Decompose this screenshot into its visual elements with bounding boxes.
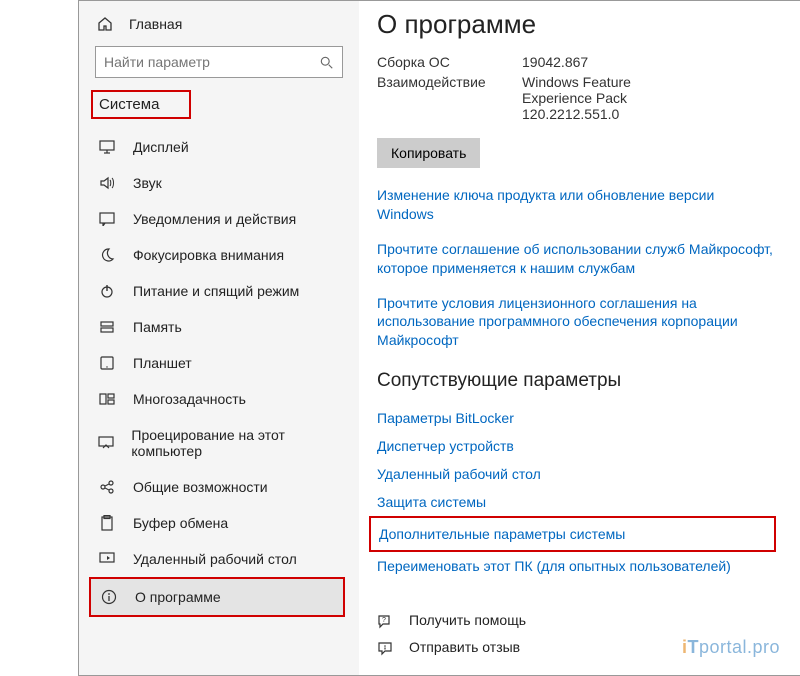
notification-icon (97, 212, 117, 226)
nav-display[interactable]: Дисплей (79, 129, 359, 165)
related-advanced[interactable]: Дополнительные параметры системы (379, 526, 625, 542)
experience-value: Windows Feature Experience Pack 120.2212… (522, 74, 631, 122)
nav-label: Питание и спящий режим (133, 283, 299, 299)
nav-notifications[interactable]: Уведомления и действия (79, 201, 359, 237)
nav-multitask[interactable]: Многозадачность (79, 381, 359, 417)
os-build-row: Сборка ОС 19042.867 (377, 54, 774, 70)
nav-power[interactable]: Питание и спящий режим (79, 273, 359, 309)
feedback-label: Отправить отзыв (409, 639, 520, 655)
related-advanced-highlight: Дополнительные параметры системы (369, 516, 776, 552)
related-remote[interactable]: Удаленный рабочий стол (377, 460, 774, 488)
nav-sound[interactable]: Звук (79, 165, 359, 201)
sound-icon (97, 176, 117, 190)
help-icon: ? (377, 611, 399, 628)
home-icon (97, 15, 117, 32)
storage-icon (97, 320, 117, 334)
experience-label: Взаимодействие (377, 74, 522, 122)
page-title: О программе (377, 9, 774, 40)
svg-text:?: ? (382, 617, 386, 624)
link-services-agreement[interactable]: Прочтите соглашение об использовании слу… (377, 240, 774, 278)
home-label: Главная (129, 16, 182, 32)
link-license-terms[interactable]: Прочтите условия лицензионного соглашени… (377, 294, 774, 351)
nav-label: Буфер обмена (133, 515, 228, 531)
nav-label: Проецирование на этот компьютер (131, 427, 341, 459)
get-help-link[interactable]: ? Получить помощь (377, 606, 774, 633)
watermark: iTportal.pro (682, 637, 780, 658)
search-input[interactable] (104, 54, 320, 70)
remote-icon (97, 552, 117, 566)
help-label: Получить помощь (409, 612, 526, 628)
home-nav[interactable]: Главная (79, 9, 359, 42)
nav-about-highlight: О программе (89, 577, 345, 617)
search-icon (320, 54, 334, 70)
sidebar: Главная Система Дисплей Звук Уведомления… (79, 1, 359, 675)
settings-window: Главная Система Дисплей Звук Уведомления… (78, 0, 800, 676)
nav-about[interactable]: О программе (91, 579, 343, 615)
nav-label: Планшет (133, 355, 192, 371)
related-devices[interactable]: Диспетчер устройств (377, 432, 774, 460)
main-content: О программе Сборка ОС 19042.867 Взаимоде… (359, 1, 800, 675)
nav-projecting[interactable]: Проецирование на этот компьютер (79, 417, 359, 469)
nav-label: Звук (133, 175, 162, 191)
nav-shared[interactable]: Общие возможности (79, 469, 359, 505)
nav-clipboard[interactable]: Буфер обмена (79, 505, 359, 541)
nav-focus[interactable]: Фокусировка внимания (79, 237, 359, 273)
copy-button[interactable]: Копировать (377, 138, 480, 168)
info-icon (99, 589, 119, 605)
tablet-icon (97, 356, 117, 370)
os-build-value: 19042.867 (522, 54, 588, 70)
search-box[interactable] (95, 46, 343, 78)
shared-icon (97, 480, 117, 494)
nav-label: Многозадачность (133, 391, 246, 407)
related-rename[interactable]: Переименовать этот ПК (для опытных польз… (377, 552, 774, 580)
projecting-icon (97, 436, 115, 450)
display-icon (97, 140, 117, 154)
nav-label: Память (133, 319, 182, 335)
nav-label: О программе (135, 589, 221, 605)
nav-tablet[interactable]: Планшет (79, 345, 359, 381)
clipboard-icon (97, 515, 117, 531)
nav-label: Удаленный рабочий стол (133, 551, 297, 567)
related-protect[interactable]: Защита системы (377, 488, 774, 516)
os-build-label: Сборка ОС (377, 54, 522, 70)
section-label: Система (99, 96, 159, 113)
focus-icon (97, 247, 117, 263)
nav-storage[interactable]: Память (79, 309, 359, 345)
nav-label: Уведомления и действия (133, 211, 296, 227)
nav-remote[interactable]: Удаленный рабочий стол (79, 541, 359, 577)
nav-label: Дисплей (133, 139, 189, 155)
related-bitlocker[interactable]: Параметры BitLocker (377, 404, 774, 432)
nav-label: Общие возможности (133, 479, 268, 495)
multitask-icon (97, 392, 117, 406)
section-label-highlight: Система (91, 90, 191, 119)
power-icon (97, 283, 117, 299)
nav-label: Фокусировка внимания (133, 247, 284, 263)
related-heading: Сопутствующие параметры (377, 370, 774, 392)
experience-row: Взаимодействие Windows Feature Experienc… (377, 74, 774, 122)
feedback-icon (377, 639, 399, 656)
link-product-key[interactable]: Изменение ключа продукта или обновление … (377, 186, 774, 224)
